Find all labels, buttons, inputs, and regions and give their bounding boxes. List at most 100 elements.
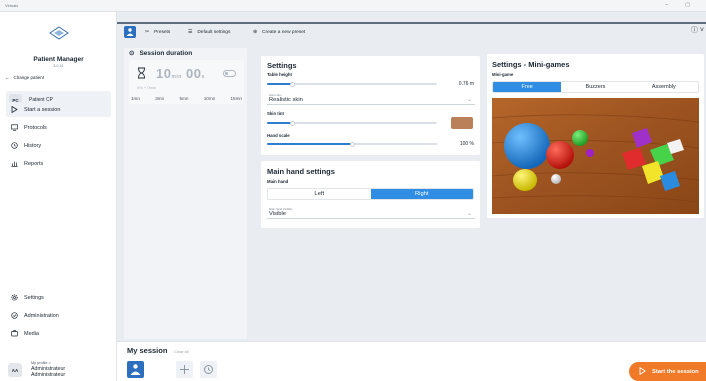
main-hand-card: Main hand settings Main hand Left Right … [261, 161, 480, 228]
gear-icon [8, 294, 20, 301]
table-height-thumb[interactable] [290, 81, 295, 87]
preset-10mn[interactable]: 10mn [204, 96, 216, 101]
tab-free[interactable]: Free [493, 82, 562, 92]
main-hand-toggle: Left Right [267, 188, 474, 200]
mini-game-preview-image [492, 98, 699, 214]
nav-start-session[interactable]: Start a session [6, 102, 111, 117]
presets-button[interactable]: ✂ Presets [145, 26, 170, 38]
play-icon [8, 106, 20, 113]
hand-scale-slider[interactable] [267, 141, 437, 147]
start-session-button[interactable]: Start the session [629, 362, 706, 381]
skin-tint-fill [267, 122, 293, 124]
session-duration-panel: ⊙ Session duration 10min 00s 0% + 0min 1… [124, 48, 247, 339]
main-hand-label: Main hand [267, 179, 289, 184]
nav-history[interactable]: History [6, 138, 111, 153]
skin-tint-slider[interactable] [267, 120, 437, 126]
add-exercise-button[interactable] [176, 361, 193, 378]
my-session-title: My session [127, 346, 168, 355]
skin-tint-swatch[interactable] [451, 117, 473, 129]
skin-tint-thumb[interactable] [290, 120, 295, 126]
history-icon [8, 142, 20, 149]
reports-icon [8, 160, 20, 167]
table-height-value: 0.76 m [458, 81, 474, 87]
main-hand-visibility-select[interactable]: Main hand visibility Visible ⌄ [267, 207, 475, 219]
session-slot-active[interactable] [127, 361, 144, 378]
timer-toggle[interactable] [223, 70, 236, 77]
add-timer-button[interactable] [200, 361, 217, 378]
sidebar: Patient Manager 3.0.11 ← Change patient … [0, 12, 117, 381]
nav-label: Settings [24, 294, 44, 301]
profile-text: My profile > Administrateur Administrate… [31, 361, 65, 378]
nav-protocols[interactable]: Protocols [6, 120, 111, 135]
visibility-value: Visible [269, 210, 286, 217]
nav-label: Administration [24, 312, 59, 319]
default-settings-button[interactable]: ☰ Default settings [188, 26, 230, 38]
nav-label: History [24, 142, 42, 149]
brand-logo-icon [49, 26, 69, 40]
timer-icon [204, 365, 213, 374]
main-hand-right[interactable]: Right [370, 189, 473, 199]
hand-scale-thumb[interactable] [349, 141, 355, 147]
settings-title: Settings [267, 61, 297, 70]
hand-scale-fill [267, 143, 352, 145]
hand-skin-value: Realistic skin [269, 96, 303, 103]
app-logo-icon [126, 28, 134, 36]
topbar: ✂ Presets ☰ Default settings ⊕ Create a … [117, 12, 706, 46]
change-patient-link[interactable]: ← Change patient [5, 73, 44, 82]
start-session-label: Start the session [652, 368, 699, 375]
tab-buzzers[interactable]: Buzzers [561, 82, 629, 92]
mini-games-card: Settings - Mini-games Mini-game Free Buz… [487, 54, 704, 218]
duration-presets: 1mn 3mn 5mn 10mn 15mn [129, 96, 244, 101]
nav-label: Protocols [24, 124, 47, 131]
main-hand-title: Main hand settings [267, 167, 335, 176]
nav-label: Reports [24, 160, 44, 167]
nav-administration[interactable]: Administration [6, 308, 111, 323]
hand-skin-select[interactable]: Hand skin Realistic skin ⌄ [267, 93, 475, 105]
play-outline-icon [639, 366, 647, 377]
hourglass-icon [138, 67, 145, 79]
timer-display[interactable]: 10min 00s [156, 66, 205, 81]
app-logo-button[interactable] [124, 26, 136, 38]
preset-3mn[interactable]: 3mn [155, 96, 164, 101]
mini-game-label: Mini-game [492, 72, 514, 77]
preset-5mn[interactable]: 5mn [179, 96, 188, 101]
nav-media[interactable]: Media [6, 326, 111, 341]
timer-min-unit: min [171, 74, 182, 80]
skin-tint-label: Skin tint [267, 111, 284, 116]
plus-icon [180, 365, 189, 374]
tab-assembly[interactable]: Assembly [630, 82, 698, 92]
change-patient-label: Change patient [13, 75, 45, 80]
hand-scale-label: Hand scale [267, 133, 290, 138]
timer-minutes: 10 [156, 66, 172, 81]
clock-icon: ⊙ [129, 50, 135, 57]
presets-label: Presets [154, 29, 171, 35]
sliders-icon: ☰ [188, 29, 193, 35]
table-height-slider[interactable] [267, 81, 437, 87]
create-preset-button[interactable]: ⊕ Create a new preset [253, 26, 305, 38]
profile-block[interactable]: AA My profile > Administrateur Administr… [6, 358, 111, 381]
avatar: AA [8, 363, 22, 377]
my-session-bar: My session Clear all Start the session [117, 341, 706, 381]
media-icon [8, 330, 20, 337]
app-version: 3.0.11 [53, 63, 64, 68]
session-duration-header: ⊙ Session duration [129, 49, 192, 58]
info-icon[interactable]: ⓘ ˅ [691, 25, 704, 35]
plus-circle-icon: ⊕ [253, 29, 258, 35]
preset-15mn[interactable]: 15mn [231, 96, 243, 101]
nav-settings[interactable]: Settings [6, 290, 111, 305]
user-game-icon [130, 364, 141, 375]
nav-reports[interactable]: Reports [6, 156, 111, 171]
timer-subline: 0% + 0min [137, 85, 157, 90]
settings-card: Settings Table height 0.76 m Hand skin R… [261, 56, 480, 155]
window-titlebar: Virtuals – ▢ [0, 0, 706, 12]
chevron-down-icon: ⌄ [466, 97, 472, 103]
window-controls[interactable]: – ▢ [665, 2, 698, 8]
preset-1mn[interactable]: 1mn [131, 96, 140, 101]
clear-all-link[interactable]: Clear all [174, 349, 189, 354]
topbar-strip [117, 22, 706, 24]
hand-scale-value: 100 % [459, 141, 474, 147]
mini-games-title: Settings - Mini-games [492, 60, 570, 69]
mini-game-tabs: Free Buzzers Assembly [492, 81, 699, 93]
table-height-label: Table height [267, 72, 292, 77]
main-hand-left[interactable]: Left [268, 189, 371, 199]
